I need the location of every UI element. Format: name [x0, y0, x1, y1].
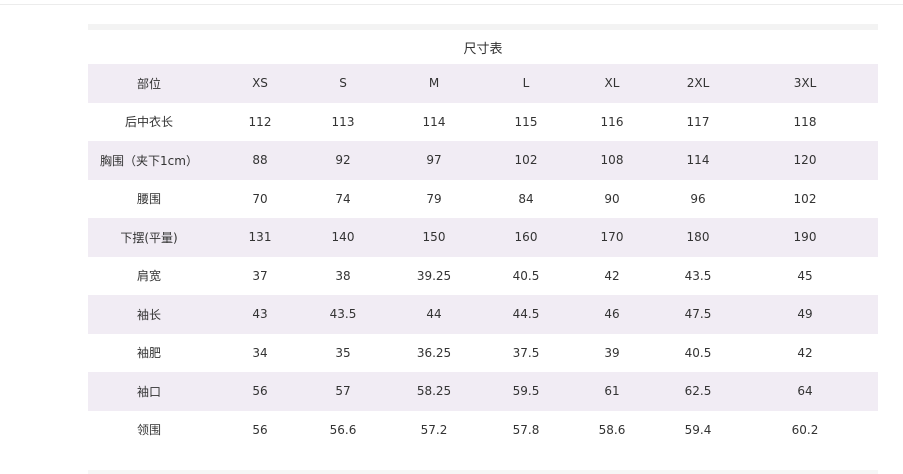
table-cell: 59.5 — [512, 384, 540, 399]
table-cell: 42 — [797, 345, 813, 360]
table-cell: 114 — [686, 153, 710, 168]
header-cell: L — [522, 76, 530, 91]
table-cell: 170 — [600, 230, 624, 245]
table-cell: 140 — [331, 230, 355, 245]
table-cell: 64 — [797, 384, 813, 399]
table-cell: 38 — [335, 268, 351, 283]
table-cell: 116 — [600, 114, 624, 129]
table-cell: 180 — [686, 230, 710, 245]
table-cell: 62.5 — [684, 384, 712, 399]
row-label: 胸围（夹下1cm） — [100, 153, 198, 168]
table-cell: 108 — [600, 153, 624, 168]
header-cell: 部位 — [136, 76, 161, 91]
table-cell: 90 — [604, 191, 620, 206]
table-cell: 112 — [248, 114, 272, 129]
table-cell: 102 — [514, 153, 538, 168]
table-cell: 79 — [426, 191, 442, 206]
table-cell: 42 — [604, 268, 620, 283]
table-cell: 117 — [686, 114, 710, 129]
row-label: 领围 — [136, 423, 161, 438]
table-row: 胸围（夹下1cm） 88 92 97 102 108 114 120 — [88, 141, 878, 180]
row-label: 后中衣长 — [124, 115, 173, 130]
row-label: 袖肥 — [136, 346, 161, 361]
table-row: 袖肥 34 35 36.25 37.5 39 40.5 42 — [88, 334, 878, 373]
table-cell: 45 — [797, 268, 813, 283]
table-row: 腰围 70 74 79 84 90 96 102 — [88, 180, 878, 219]
table-row: 领围 56 56.6 57.2 57.8 58.6 59.4 60.2 — [88, 411, 878, 450]
table-cell: 61 — [604, 384, 620, 399]
row-label: 肩宽 — [136, 269, 161, 284]
table-cell: 102 — [793, 191, 817, 206]
table-cell: 57 — [335, 384, 351, 399]
table-cell: 40.5 — [512, 268, 540, 283]
table-cell: 70 — [252, 191, 268, 206]
table-cell: 160 — [514, 230, 538, 245]
table-cell: 58.25 — [416, 384, 452, 399]
table-cell: 56 — [252, 422, 268, 437]
table-cell: 114 — [422, 114, 446, 129]
table-cell: 113 — [331, 114, 355, 129]
table-cell: 88 — [252, 153, 268, 168]
bottom-divider — [88, 470, 878, 474]
table-cell: 43.5 — [684, 268, 712, 283]
table-cell: 43.5 — [329, 307, 357, 322]
table-cell: 39 — [604, 345, 620, 360]
table-cell: 131 — [248, 230, 272, 245]
table-cell: 74 — [335, 191, 351, 206]
table-cell: 37.5 — [512, 345, 540, 360]
table-cell: 84 — [518, 191, 534, 206]
table-cell: 57.8 — [512, 422, 540, 437]
table-row: 肩宽 37 38 39.25 40.5 42 43.5 45 — [88, 257, 878, 296]
table-row: 下摆(平量) 131 140 150 160 170 180 190 — [88, 218, 878, 257]
table-cell: 44 — [426, 307, 442, 322]
table-cell: 56 — [252, 384, 268, 399]
table-cell: 47.5 — [684, 307, 712, 322]
table-cell: 120 — [793, 153, 817, 168]
row-label: 袖长 — [136, 307, 161, 322]
row-label: 腰围 — [136, 192, 161, 207]
table-cell: 190 — [793, 230, 817, 245]
table-cell: 59.4 — [684, 422, 712, 437]
header-cell: 2XL — [686, 76, 710, 91]
table-cell: 49 — [797, 307, 813, 322]
table-cell: 115 — [514, 114, 538, 129]
header-cell: S — [339, 76, 347, 91]
table-cell: 92 — [335, 153, 351, 168]
table-cell: 97 — [426, 153, 442, 168]
header-cell: XL — [604, 76, 620, 91]
table-cell: 56.6 — [329, 422, 357, 437]
size-table: 尺寸表 部位 XS S M L XL 2XL 3XL 后中衣长 112 113 … — [88, 24, 878, 449]
table-cell: 58.6 — [598, 422, 626, 437]
table-header-row: 部位 XS S M L XL 2XL 3XL — [88, 64, 878, 103]
table-cell: 43 — [252, 307, 268, 322]
table-cell: 37 — [252, 268, 268, 283]
table-title: 尺寸表 — [463, 41, 503, 57]
header-cell: M — [428, 76, 440, 91]
table-cell: 118 — [793, 114, 817, 129]
top-divider — [0, 4, 903, 5]
table-row: 袖口 56 57 58.25 59.5 61 62.5 64 — [88, 372, 878, 411]
table-cell: 40.5 — [684, 345, 712, 360]
table-cell: 57.2 — [420, 422, 448, 437]
table-cell: 35 — [335, 345, 351, 360]
header-cell: 3XL — [793, 76, 817, 91]
table-cell: 46 — [604, 307, 620, 322]
row-label: 袖口 — [136, 384, 161, 399]
table-cell: 96 — [690, 191, 706, 206]
table-cell: 34 — [252, 345, 268, 360]
table-row: 袖长 43 43.5 44 44.5 46 47.5 49 — [88, 295, 878, 334]
row-label: 下摆(平量) — [120, 230, 178, 245]
table-cell: 36.25 — [416, 345, 452, 360]
table-row: 后中衣长 112 113 114 115 116 117 118 — [88, 103, 878, 142]
table-cell: 44.5 — [512, 307, 540, 322]
table-cell: 39.25 — [416, 268, 452, 283]
header-cell: XS — [252, 76, 268, 91]
table-cell: 60.2 — [791, 422, 819, 437]
table-cell: 150 — [422, 230, 446, 245]
